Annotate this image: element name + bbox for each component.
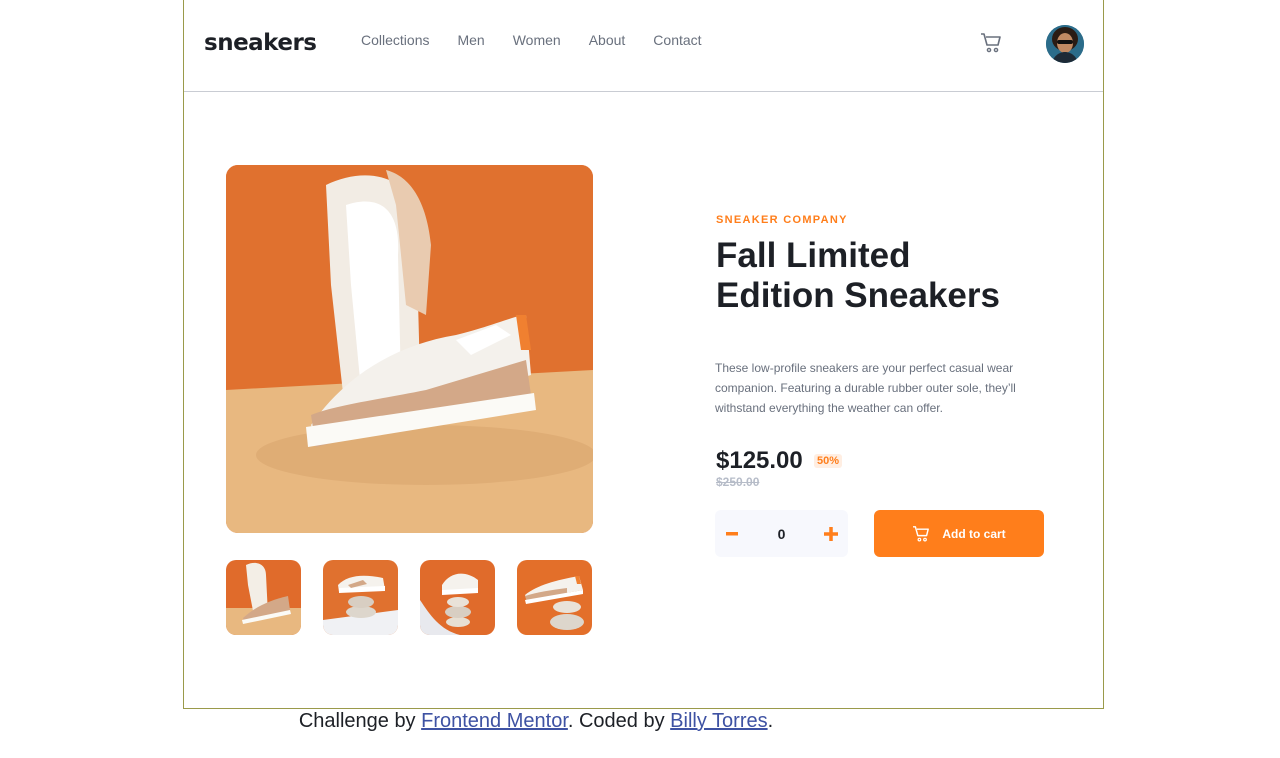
- cart-icon: [913, 525, 930, 541]
- thumbnail-4[interactable]: [517, 560, 592, 635]
- frontend-mentor-link[interactable]: Frontend Mentor: [421, 710, 568, 732]
- author-link[interactable]: Billy Torres: [670, 710, 767, 732]
- thumbnail-1[interactable]: [226, 560, 301, 635]
- product-description: These low-profile sneakers are your perf…: [715, 361, 1016, 415]
- logo[interactable]: sneakers: [204, 30, 317, 56]
- header: sneakers Collections Men Women About Con…: [184, 0, 1103, 92]
- add-to-cart-label: Add to cart: [942, 526, 1006, 541]
- quantity-value: 0: [777, 525, 786, 542]
- plus-icon: [823, 526, 838, 541]
- cart-icon[interactable]: [980, 33, 1002, 53]
- attribution-suffix: .: [767, 710, 774, 732]
- minus-icon: [726, 531, 738, 535]
- attribution-middle: . Coded by: [567, 710, 671, 732]
- product-title: Fall Limited Edition Sneakers: [716, 236, 1000, 315]
- plus-button[interactable]: [818, 521, 844, 547]
- original-price: $250.00: [716, 475, 760, 489]
- nav-collections[interactable]: Collections: [361, 32, 429, 48]
- avatar[interactable]: [1046, 25, 1084, 63]
- nav-about[interactable]: About: [589, 32, 626, 48]
- add-to-cart-button[interactable]: Add to cart: [874, 510, 1044, 557]
- page-frame: sneakers Collections Men Women About Con…: [183, 0, 1104, 709]
- quantity-stepper: 0: [715, 510, 848, 557]
- current-price: $125.00: [716, 447, 803, 474]
- attribution-prefix: Challenge by: [298, 710, 422, 732]
- minus-button[interactable]: [719, 521, 745, 547]
- attribution: Challenge by Frontend Mentor. Coded by B…: [0, 710, 1072, 733]
- discount-badge: 50%: [814, 454, 843, 468]
- thumbnail-3[interactable]: [420, 560, 495, 635]
- main-nav: Collections Men Women About Contact: [361, 32, 702, 48]
- product-main-image[interactable]: [226, 165, 593, 533]
- nav-women[interactable]: Women: [513, 32, 561, 48]
- nav-contact[interactable]: Contact: [653, 32, 701, 48]
- thumbnail-strip: [226, 560, 592, 635]
- thumbnail-2[interactable]: [323, 560, 398, 635]
- nav-men[interactable]: Men: [457, 32, 484, 48]
- company-label: SNEAKER COMPANY: [716, 214, 848, 226]
